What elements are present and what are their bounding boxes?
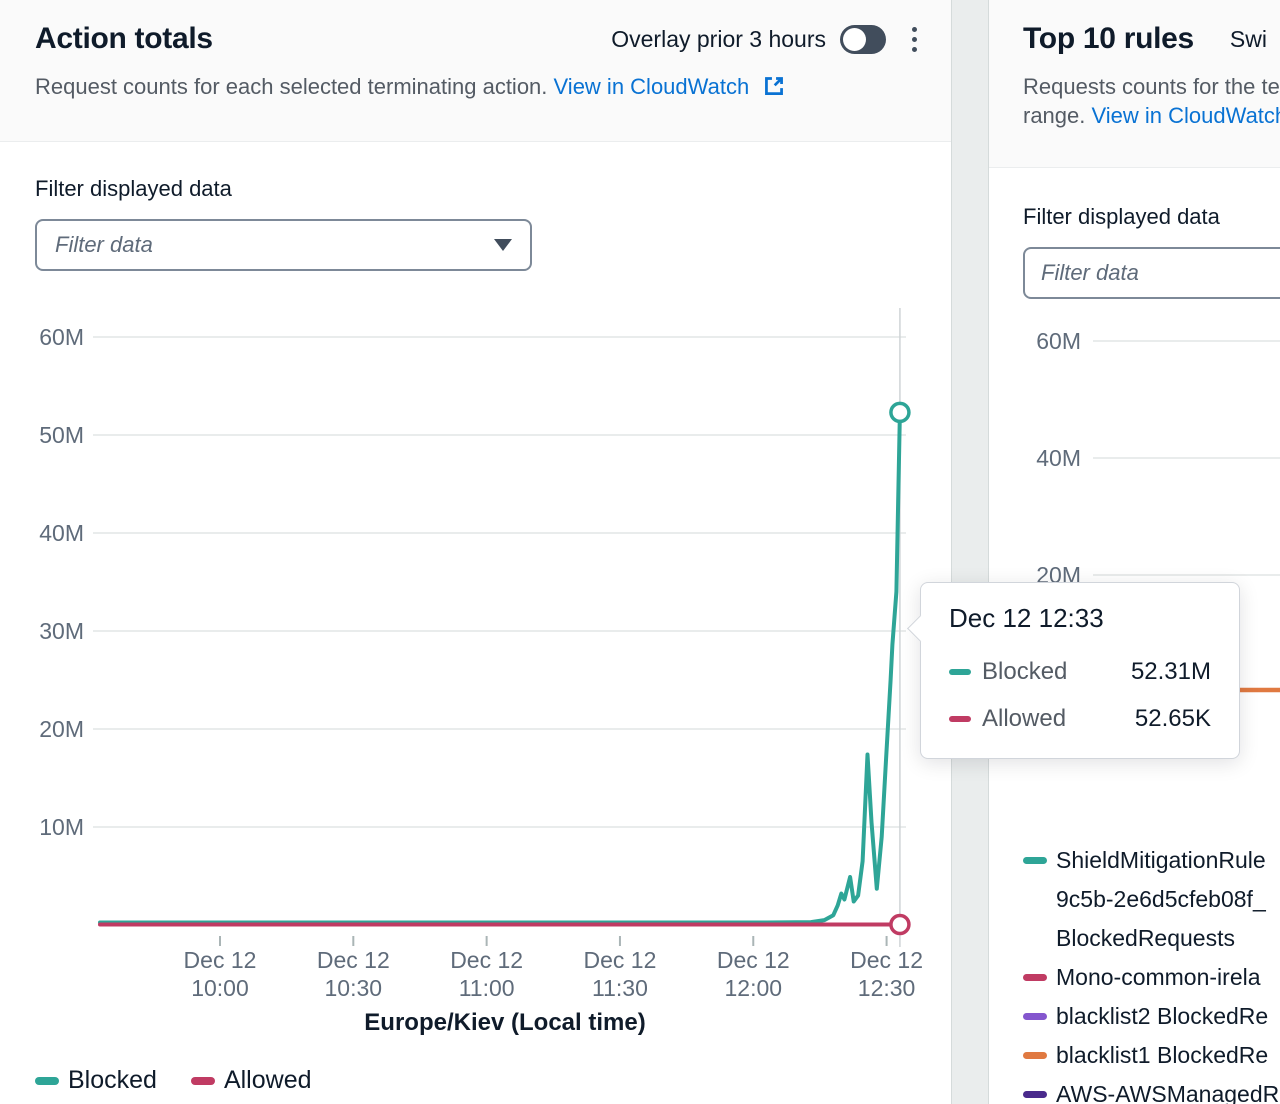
external-link-icon <box>763 75 785 97</box>
blocked-series-dash-icon <box>949 669 971 675</box>
chevron-down-icon <box>494 239 512 251</box>
panel-title-top-10-rules: Top 10 rules <box>1023 22 1194 56</box>
filter-data-placeholder: Filter data <box>55 232 153 258</box>
tooltip-value: 52.31M <box>1131 658 1211 686</box>
allowed-series-dash-icon <box>949 716 971 722</box>
filter-displayed-data-label: Filter displayed data <box>35 176 532 202</box>
legend-item-blacklist2[interactable]: blacklist2 BlockedRe <box>1023 997 1280 1036</box>
legend-label-allowed: Allowed <box>224 1066 312 1095</box>
toggle-knob <box>843 28 866 51</box>
y-tick-label: 60M <box>1036 328 1081 354</box>
allowed-series-dash-icon <box>191 1077 215 1085</box>
series-dash-icon <box>1023 1013 1047 1020</box>
end-marker-allowed <box>891 915 909 933</box>
panel-description: Request counts for each selected termina… <box>35 74 547 99</box>
filter-data-dropdown[interactable]: Filter data <box>35 219 532 271</box>
x-tick-label: Dec 12 <box>184 947 257 973</box>
action-totals-chart[interactable]: 10M20M30M40M50M60MDec 1210:00Dec 1210:30… <box>0 300 951 1060</box>
legend-line: blacklist2 BlockedRe <box>1056 997 1268 1036</box>
filter-data-input[interactable] <box>1023 247 1280 299</box>
y-tick-label: 60M <box>39 324 84 350</box>
top-rules-description-line1: Requests counts for the ter <box>1023 74 1280 99</box>
y-tick-label: 50M <box>39 422 84 448</box>
x-tick-label: 11:00 <box>459 975 515 1001</box>
x-tick-label: Dec 12 <box>717 947 790 973</box>
cloudwatch-link-right[interactable]: View in CloudWatch <box>1092 103 1280 128</box>
y-tick-label: 10M <box>39 814 84 840</box>
tooltip-row-allowed: Allowed 52.65K <box>949 695 1211 742</box>
action-totals-panel: Action totals Overlay prior 3 hours Requ… <box>0 0 952 1104</box>
panel-title-action-totals: Action totals <box>35 22 213 56</box>
top-10-rules-panel: Top 10 rules Swi Requests counts for the… <box>988 0 1280 1104</box>
switch-link-clipped[interactable]: Swi <box>1230 26 1267 53</box>
kebab-menu-button[interactable] <box>908 23 921 56</box>
y-tick-label: 40M <box>39 520 84 546</box>
legend-item-blocked[interactable]: Blocked <box>35 1066 157 1095</box>
x-tick-label: Dec 12 <box>584 947 657 973</box>
tooltip-label: Blocked <box>982 658 1067 686</box>
blocked-series-dash-icon <box>35 1077 59 1085</box>
filter-displayed-data-label-right: Filter displayed data <box>1023 204 1280 230</box>
x-tick-label: 10:00 <box>191 975 249 1001</box>
x-tick-label: Dec 12 <box>317 947 390 973</box>
x-tick-label: Dec 12 <box>450 947 523 973</box>
series-dash-icon <box>1023 1052 1047 1059</box>
overlay-prior-toggle[interactable] <box>840 25 886 54</box>
kebab-icon <box>912 37 917 42</box>
legend-line: AWS-AWSManagedR <box>1056 1075 1279 1104</box>
tooltip-row-blocked: Blocked 52.31M <box>949 648 1211 695</box>
series-dash-icon <box>1023 974 1047 981</box>
legend-line: Mono-common-irela <box>1056 958 1261 997</box>
kebab-icon <box>912 27 917 32</box>
x-tick-label: 10:30 <box>325 975 383 1001</box>
chart-tooltip: Dec 12 12:33 Blocked 52.31M Allowed 52.6… <box>920 582 1240 759</box>
overlay-toggle-label: Overlay prior 3 hours <box>611 26 826 53</box>
legend-item-shield-mitigation-rule[interactable]: ShieldMitigationRule 9c5b-2e6d5cfeb08f_ … <box>1023 841 1280 958</box>
series-line-blocked <box>100 412 900 922</box>
legend-line: 9c5b-2e6d5cfeb08f_ <box>1056 880 1266 919</box>
top-rules-description-line2: range. <box>1023 103 1092 128</box>
legend-line: blacklist1 BlockedRe <box>1056 1036 1268 1075</box>
y-tick-label: 40M <box>1036 445 1081 471</box>
x-tick-label: 11:30 <box>592 975 648 1001</box>
legend-item-allowed[interactable]: Allowed <box>191 1066 312 1095</box>
top-10-rules-header: Top 10 rules Swi Requests counts for the… <box>989 0 1280 168</box>
tooltip-label: Allowed <box>982 705 1066 733</box>
legend-item-blacklist1[interactable]: blacklist1 BlockedRe <box>1023 1036 1280 1075</box>
legend-line: ShieldMitigationRule <box>1056 841 1266 880</box>
legend-item-aws-managed[interactable]: AWS-AWSManagedR <box>1023 1075 1280 1104</box>
x-tick-label: 12:00 <box>724 975 782 1001</box>
top-10-rules-legend: ShieldMitigationRule 9c5b-2e6d5cfeb08f_ … <box>1023 841 1280 1104</box>
legend-item-mono-common[interactable]: Mono-common-irela <box>1023 958 1280 997</box>
legend-label-blocked: Blocked <box>68 1066 157 1095</box>
y-tick-label: 20M <box>39 716 84 742</box>
tooltip-title: Dec 12 12:33 <box>949 603 1211 634</box>
action-totals-chart-legend: Blocked Allowed <box>35 1066 312 1095</box>
cloudwatch-link[interactable]: View in CloudWatch <box>554 74 750 99</box>
x-axis-title: Europe/Kiev (Local time) <box>364 1009 645 1036</box>
series-dash-icon <box>1023 1091 1047 1098</box>
waf-dashboard-page: Action totals Overlay prior 3 hours Requ… <box>0 0 1280 1104</box>
action-totals-header: Action totals Overlay prior 3 hours Requ… <box>0 0 951 142</box>
tooltip-value: 52.65K <box>1135 705 1211 733</box>
end-marker-blocked <box>891 403 909 421</box>
y-tick-label: 30M <box>39 618 84 644</box>
kebab-icon <box>912 47 917 52</box>
x-tick-label: 12:30 <box>858 975 916 1001</box>
x-tick-label: Dec 12 <box>850 947 923 973</box>
series-dash-icon <box>1023 857 1047 864</box>
legend-line: BlockedRequests <box>1056 919 1266 958</box>
